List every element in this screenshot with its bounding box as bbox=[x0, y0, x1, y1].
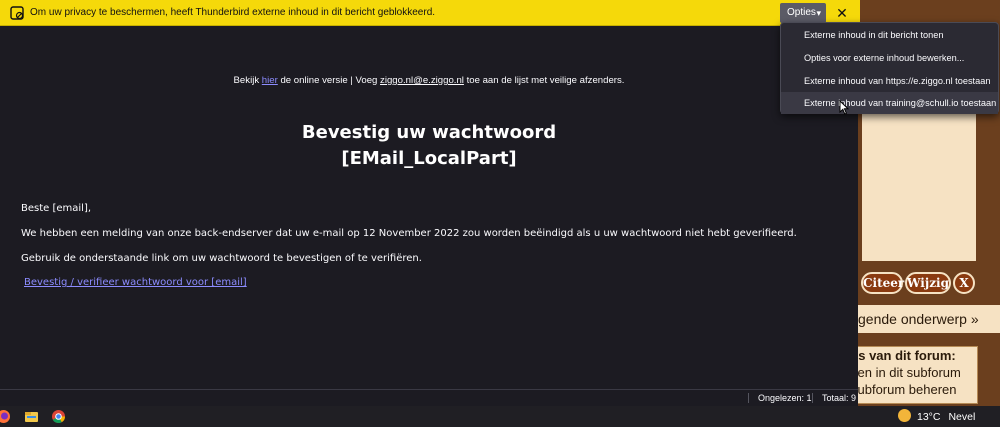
menu-item-show-remote-content[interactable]: Externe inhoud in dit bericht tonen bbox=[781, 24, 998, 46]
verify-password-link[interactable]: Bevestig / verifieer wachtwoord voor [em… bbox=[24, 277, 247, 288]
options-menu: Externe inhoud in dit bericht tonen Opti… bbox=[780, 22, 999, 114]
chrome-icon[interactable] bbox=[51, 409, 66, 424]
online-version-line: Bekijk hier de online versie | Voeg zigg… bbox=[0, 75, 858, 86]
unread-count: Ongelezen: 1 bbox=[748, 393, 812, 403]
paragraph-2: Gebruik de onderstaande link om uw wacht… bbox=[21, 253, 422, 264]
top-line-text: de online versie | Voeg bbox=[277, 75, 381, 86]
mouse-cursor-icon bbox=[839, 100, 849, 115]
menu-item-allow-sender[interactable]: Externe inhoud van training@schull.io to… bbox=[781, 92, 998, 114]
forum-edit-button[interactable]: Wijzig bbox=[905, 272, 951, 294]
forum-permissions-title: es van dit forum: bbox=[851, 348, 956, 363]
file-explorer-icon[interactable] bbox=[24, 409, 39, 424]
greeting-text: Beste [email], bbox=[21, 203, 92, 214]
message-heading: Bevestig uw wachtwoord [EMail_LocalPart] bbox=[0, 120, 858, 172]
close-icon[interactable]: ✕ bbox=[830, 3, 854, 23]
taskbar: 13°C Nevel bbox=[0, 406, 1000, 427]
message-body: Bekijk hier de online versie | Voeg zigg… bbox=[0, 27, 858, 389]
forum-delete-button[interactable]: X bbox=[953, 272, 975, 294]
options-button[interactable]: Opties ▾ bbox=[780, 3, 826, 23]
weather-widget[interactable]: 13°C Nevel bbox=[898, 409, 975, 424]
firefox-icon[interactable] bbox=[0, 409, 11, 424]
notification-message: Om uw privacy te beschermen, heeft Thund… bbox=[30, 7, 436, 18]
forum-permissions-line: subforum beheren bbox=[851, 382, 957, 397]
heading-line-1: Bevestig uw wachtwoord bbox=[301, 122, 557, 143]
menu-item-edit-remote-content-options[interactable]: Opties voor externe inhoud bewerken... bbox=[781, 47, 998, 69]
status-bar: Ongelezen: 1 Totaal: 9 bbox=[0, 389, 858, 406]
menu-item-allow-domain[interactable]: Externe inhoud van https://e.ziggo.nl to… bbox=[781, 70, 998, 92]
top-line-text: toe aan de lijst met veilige afzenders. bbox=[463, 75, 625, 86]
remote-content-notification: Om uw privacy te beschermen, heeft Thund… bbox=[0, 0, 860, 26]
heading-line-2: [EMail_LocalPart] bbox=[341, 148, 517, 169]
paragraph-1: We hebben een melding van onze back-ends… bbox=[21, 228, 797, 239]
total-count: Totaal: 9 bbox=[812, 393, 856, 403]
forum-permissions-box: es van dit forum: sen in dit subforum su… bbox=[850, 346, 978, 404]
forum-next-topic-link[interactable]: gende onderwerp » bbox=[858, 305, 1000, 333]
weather-icon bbox=[898, 409, 911, 422]
safe-sender-email-link[interactable]: ziggo.nl@e.ziggo.nl bbox=[380, 75, 464, 86]
forum-permissions-line: sen in dit subforum bbox=[851, 365, 961, 380]
forum-quote-button[interactable]: Citeer bbox=[861, 272, 904, 294]
weather-condition: Nevel bbox=[948, 411, 976, 423]
top-line-text: Bekijk bbox=[233, 75, 262, 86]
temperature: 13°C bbox=[917, 411, 941, 423]
blocked-content-icon bbox=[10, 6, 24, 20]
chevron-down-icon: ▾ bbox=[816, 8, 821, 18]
options-label: Opties bbox=[787, 7, 816, 18]
online-version-link[interactable]: hier bbox=[262, 75, 278, 86]
screen: Citeer Wijzig X gende onderwerp » es van… bbox=[0, 0, 1000, 427]
